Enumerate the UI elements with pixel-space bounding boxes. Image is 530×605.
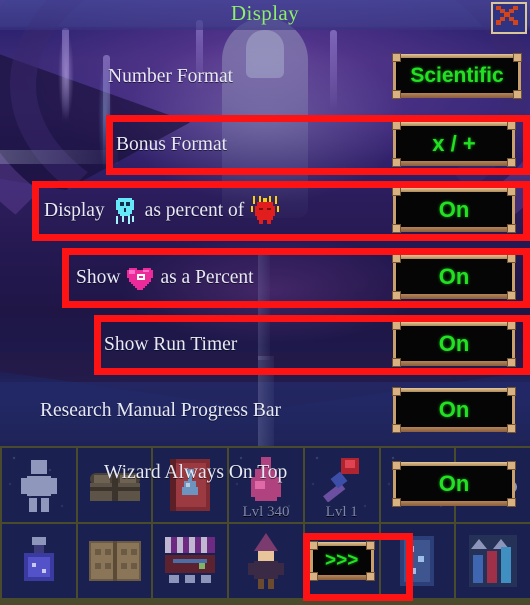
frame-corner bbox=[392, 321, 401, 330]
frame-corner bbox=[392, 187, 401, 196]
setting-row-show-run-timer: Show Run Timer On bbox=[0, 321, 530, 368]
wizard-figure-icon bbox=[20, 460, 57, 512]
setting-label-wizard-always-on-top: Wizard Always On Top bbox=[104, 462, 288, 483]
market-stall-icon bbox=[165, 537, 216, 583]
setting-value-research-progress-bar[interactable]: On bbox=[392, 387, 516, 433]
setting-value-text: On bbox=[438, 331, 470, 356]
setting-label-number-format: Number Format bbox=[108, 66, 234, 87]
grid-cell-red-staff[interactable]: Lvl 1 bbox=[304, 448, 379, 522]
frame-corner bbox=[365, 572, 375, 581]
setting-value-wizard-always-on-top[interactable]: On bbox=[392, 461, 516, 507]
wizard-character-icon bbox=[247, 533, 284, 589]
skull-icon bbox=[115, 198, 134, 224]
frame-corner bbox=[308, 541, 318, 550]
frame-corner bbox=[513, 90, 522, 99]
setting-value-text: On bbox=[438, 397, 470, 422]
setting-row-bonus-format: Bonus Format x / + bbox=[0, 121, 530, 168]
next-arrows-label: >>> bbox=[325, 550, 359, 571]
frame-corner bbox=[507, 321, 516, 330]
setting-label-bonus-format: Bonus Format bbox=[116, 134, 228, 155]
setting-value-display-as-percent[interactable]: On bbox=[392, 187, 516, 233]
frame-corner bbox=[392, 158, 401, 167]
next-arrows-button[interactable]: >>> bbox=[308, 541, 375, 581]
frame-corner bbox=[507, 461, 516, 470]
setting-value-show-run-timer[interactable]: On bbox=[392, 321, 516, 367]
grid-cell-potion-flask[interactable]: Lvl 340 bbox=[229, 448, 303, 522]
label-text-before: Show bbox=[76, 267, 121, 288]
frame-corner bbox=[308, 572, 318, 581]
setting-value-text: x / + bbox=[432, 131, 476, 156]
frame-corner bbox=[392, 53, 401, 62]
label-text-middle: as a Percent bbox=[160, 267, 254, 288]
setting-row-show-as-percent: Show as a Percent On bbox=[0, 254, 530, 301]
setting-value-bonus-format[interactable]: x / + bbox=[392, 121, 516, 167]
frame-corner bbox=[392, 90, 401, 99]
frame-corner bbox=[507, 358, 516, 367]
stats-bars-icon bbox=[469, 535, 518, 587]
open-book-icon bbox=[88, 541, 141, 581]
setting-label-show-as-percent: Show as a Percent bbox=[76, 266, 254, 290]
grid-cell-level: Lvl 1 bbox=[325, 504, 358, 520]
setting-label-display-as-percent: Display as percent of bbox=[44, 196, 280, 226]
blue-scroll-icon bbox=[400, 536, 435, 586]
grid-cell-level: Lvl 340 bbox=[242, 504, 290, 520]
grid-cell-treasure-chest[interactable] bbox=[77, 448, 152, 522]
frame-corner bbox=[392, 291, 401, 300]
red-staff-icon bbox=[322, 458, 359, 503]
setting-value-show-as-percent[interactable]: On bbox=[392, 254, 516, 300]
grid-cell-blue-scroll[interactable] bbox=[380, 524, 455, 598]
setting-value-text: On bbox=[438, 264, 470, 289]
grid-cell-stats-bars[interactable] bbox=[456, 524, 530, 598]
setting-row-wizard-always-on-top: Wizard Always On Top bbox=[104, 462, 287, 484]
grid-cell-wizard-figure[interactable] bbox=[2, 448, 76, 522]
setting-value-number-format[interactable]: Scientific bbox=[392, 53, 522, 99]
frame-corner bbox=[392, 254, 401, 263]
setting-value-text: On bbox=[438, 471, 470, 496]
grid-cell-market-stall[interactable] bbox=[153, 524, 228, 598]
frame-corner bbox=[392, 424, 401, 433]
label-text-middle: as percent of bbox=[144, 200, 245, 221]
blue-potion-icon bbox=[23, 537, 54, 581]
grid-cell-red-spellbook[interactable] bbox=[153, 448, 228, 522]
frame-corner bbox=[507, 187, 516, 196]
frame-corner bbox=[507, 224, 516, 233]
grid-cell-next-arrows[interactable]: >>> bbox=[304, 524, 379, 598]
setting-row-display-as-percent: Display as percent of On bbox=[0, 187, 530, 234]
frame-corner bbox=[392, 224, 401, 233]
frame-corner bbox=[392, 461, 401, 470]
heart-icon bbox=[127, 268, 154, 290]
frame-corner bbox=[392, 121, 401, 130]
setting-row-number-format: Number Format Scientific bbox=[0, 53, 530, 100]
grid-cell-wizard-character[interactable] bbox=[229, 524, 303, 598]
grid-cell-blue-potion[interactable] bbox=[2, 524, 76, 598]
close-button[interactable] bbox=[491, 2, 527, 34]
label-text-before: Display bbox=[44, 200, 105, 221]
frame-corner bbox=[507, 121, 516, 130]
frame-corner bbox=[513, 53, 522, 62]
grid-cell-open-book[interactable] bbox=[77, 524, 152, 598]
demon-icon bbox=[251, 196, 280, 224]
window-title: Display bbox=[230, 1, 300, 25]
frame-corner bbox=[507, 498, 516, 507]
frame-corner bbox=[392, 498, 401, 507]
frame-corner bbox=[365, 541, 375, 550]
frame-corner bbox=[507, 291, 516, 300]
frame-corner bbox=[392, 387, 401, 396]
setting-label-show-run-timer: Show Run Timer bbox=[104, 334, 238, 355]
close-x-icon bbox=[496, 6, 518, 25]
setting-value-text: Scientific bbox=[410, 64, 504, 87]
setting-label-research-progress-bar: Research Manual Progress Bar bbox=[40, 400, 281, 421]
frame-corner bbox=[507, 254, 516, 263]
title-bar: Display bbox=[0, 0, 530, 34]
frame-corner bbox=[507, 158, 516, 167]
frame-corner bbox=[392, 358, 401, 367]
frame-corner bbox=[507, 424, 516, 433]
display-settings-window: Display Number Format Scientific Bonus F… bbox=[0, 0, 530, 605]
setting-row-research-progress-bar: Research Manual Progress Bar On bbox=[0, 387, 530, 434]
setting-value-text: On bbox=[438, 197, 470, 222]
frame-corner bbox=[507, 387, 516, 396]
